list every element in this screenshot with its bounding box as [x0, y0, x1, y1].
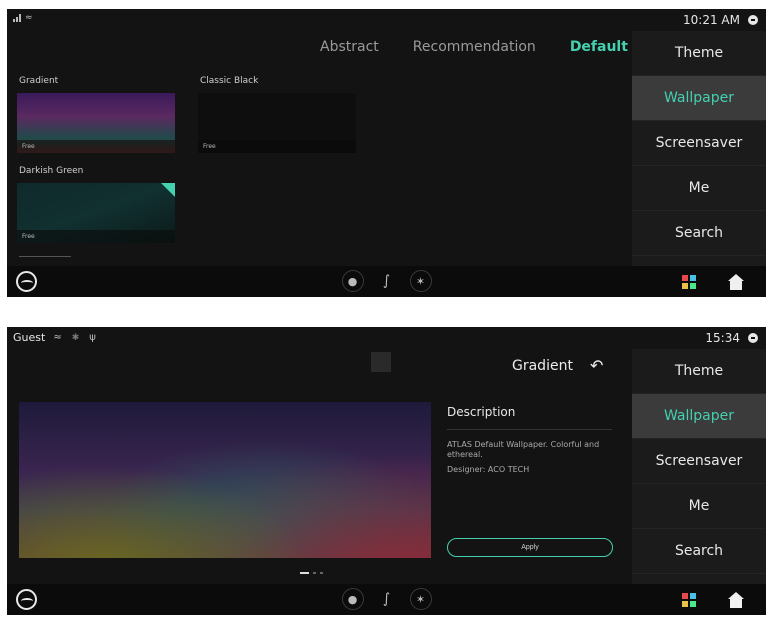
tab-abstract[interactable]: Abstract [320, 39, 379, 55]
menu-item-search[interactable]: Search [632, 529, 766, 574]
brand-logo-icon[interactable] [16, 589, 37, 610]
page-title: Gradient [512, 358, 573, 374]
wallpaper-detail-screen: Guest ≈ ✱ ψ 15:34 Gradient ↶ Description… [7, 327, 766, 615]
user-label[interactable]: Guest [13, 331, 45, 344]
message-icon[interactable] [748, 333, 758, 343]
category-tabs: Abstract Recommendation Default [320, 39, 628, 55]
menu-item-search[interactable]: Search [632, 211, 766, 256]
fan-icon[interactable]: ✶ [409, 270, 432, 292]
wallpaper-thumb-darkish-green[interactable]: Free [17, 183, 175, 243]
settings-menu: Theme Wallpaper Screensaver Me Search [632, 31, 766, 266]
free-tag: Free [198, 140, 356, 153]
divider [447, 429, 612, 430]
wifi-icon: ≈ [53, 332, 62, 343]
tab-recommendation[interactable]: Recommendation [413, 39, 536, 55]
menu-item-theme[interactable]: Theme [632, 349, 766, 394]
page-dot [300, 572, 309, 574]
menu-item-me[interactable]: Me [632, 484, 766, 529]
brand-logo-icon[interactable] [16, 271, 37, 292]
wallpaper-name-darkish-green: Darkish Green [19, 166, 84, 176]
menu-item-wallpaper[interactable]: Wallpaper [632, 394, 766, 439]
signal-icon [13, 14, 21, 22]
climate-controls: ● ∫ ✶ [341, 588, 432, 610]
wallpaper-preview[interactable] [19, 402, 431, 558]
menu-item-theme[interactable]: Theme [632, 31, 766, 76]
apps-icon[interactable] [682, 593, 696, 607]
back-icon[interactable]: ↶ [590, 356, 603, 375]
free-tag: Free [17, 140, 175, 153]
placeholder-square [371, 352, 391, 372]
wallpaper-name-classic-black: Classic Black [200, 76, 259, 86]
seat-icon[interactable]: ∫ [376, 588, 398, 610]
home-icon[interactable] [728, 274, 744, 290]
fan-icon[interactable]: ✶ [409, 588, 432, 610]
status-bar: Guest ≈ ✱ ψ 15:34 [7, 327, 766, 349]
message-icon[interactable] [748, 15, 758, 25]
temperature-icon[interactable]: ● [341, 588, 364, 610]
menu-item-screensaver[interactable]: Screensaver [632, 121, 766, 166]
menu-item-me[interactable]: Me [632, 166, 766, 211]
usb-icon: ψ [89, 332, 96, 343]
menu-item-screensaver[interactable]: Screensaver [632, 439, 766, 484]
wallpaper-thumb-gradient[interactable]: Free [17, 93, 175, 153]
wallpaper-name-gradient: Gradient [19, 76, 59, 86]
scroll-indicator [19, 256, 71, 257]
bottom-bar: ● ∫ ✶ [7, 584, 766, 615]
tab-default[interactable]: Default [570, 39, 628, 55]
page-dot [320, 572, 323, 574]
temperature-icon[interactable]: ● [341, 270, 364, 292]
clock: 10:21 AM [683, 13, 740, 27]
free-tag: Free [17, 230, 175, 243]
new-badge-icon [161, 183, 175, 197]
wallpaper-list-screen: ≈ 10:21 AM Abstract Recommendation Defau… [7, 9, 766, 297]
seat-icon[interactable]: ∫ [376, 270, 398, 292]
page-dot [313, 572, 316, 574]
apps-icon[interactable] [682, 275, 696, 289]
description-text: ATLAS Default Wallpaper. Colorful and et… [447, 440, 600, 459]
bottom-bar: ● ∫ ✶ [7, 266, 766, 297]
description-heading: Description [447, 405, 516, 419]
wallpaper-thumb-classic-black[interactable]: Free [198, 93, 356, 153]
designer-text: Designer: ACO TECH [447, 465, 530, 474]
page-indicator [300, 572, 323, 574]
menu-item-wallpaper[interactable]: Wallpaper [632, 76, 766, 121]
home-icon[interactable] [728, 592, 744, 608]
settings-menu: Theme Wallpaper Screensaver Me Search [632, 349, 766, 584]
clock: 15:34 [705, 331, 740, 345]
wifi-icon: ≈ [25, 13, 33, 23]
climate-controls: ● ∫ ✶ [341, 270, 432, 292]
status-bar: ≈ 10:21 AM [7, 9, 766, 31]
apply-button[interactable]: Apply [447, 538, 613, 557]
bluetooth-icon: ✱ [71, 332, 80, 343]
